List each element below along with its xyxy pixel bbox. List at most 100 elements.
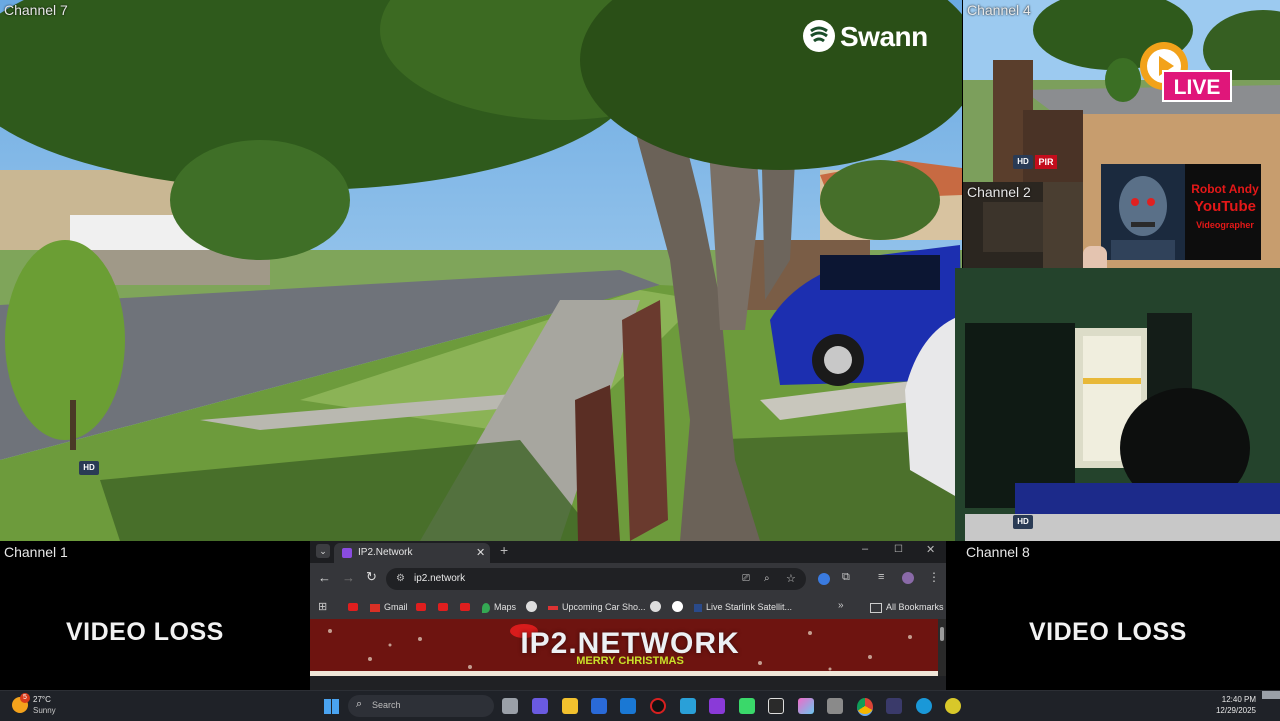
cube-app-icon[interactable] xyxy=(827,698,843,714)
hd-badge: HD xyxy=(79,461,99,475)
pir-badge: PIR xyxy=(1035,155,1057,169)
promo-finger xyxy=(1083,246,1107,268)
file-explorer-icon[interactable] xyxy=(562,698,578,714)
record-icon[interactable] xyxy=(650,698,666,714)
extension-icon[interactable] xyxy=(818,573,830,585)
tab-list-icon[interactable]: ⌄ xyxy=(316,544,330,558)
globe-icon[interactable] xyxy=(650,601,661,612)
maximize-icon[interactable]: ☐ xyxy=(894,544,903,555)
youtube-icon[interactable] xyxy=(460,603,470,611)
store-icon[interactable] xyxy=(591,698,607,714)
channel-8-feed[interactable]: Channel 8 VIDEO LOSS xyxy=(962,542,1280,690)
robot-face-icon xyxy=(1101,164,1185,260)
channel-2-label: Channel 2 xyxy=(967,184,1031,200)
promo-youtube: YouTube xyxy=(1194,198,1256,215)
channel-4-label: Channel 4 xyxy=(967,2,1031,18)
globe-icon[interactable] xyxy=(526,601,537,612)
promo-role: Videographer xyxy=(1196,220,1254,230)
bookmark-label: Upcoming Car Sho... xyxy=(562,602,646,612)
menu-icon[interactable]: ⋮ xyxy=(928,570,940,584)
google-icon[interactable] xyxy=(672,601,683,612)
close-window-icon[interactable]: ✕ xyxy=(926,543,935,556)
edge-icon[interactable] xyxy=(916,698,932,714)
live-overlay: LIVE xyxy=(1136,38,1244,110)
channel-7-label: Channel 7 xyxy=(4,2,68,18)
chrome-icon[interactable] xyxy=(857,698,873,716)
forward-icon[interactable]: → xyxy=(342,570,355,585)
youtube-icon[interactable] xyxy=(438,603,448,611)
bookmark-all-bookmarks[interactable]: All Bookmarks xyxy=(870,595,944,619)
weather-widget[interactable]: 5 27°C Sunny xyxy=(12,693,82,719)
app-p-icon[interactable] xyxy=(532,698,548,714)
bookmark-upcoming-car-shows[interactable]: Upcoming Car Sho... xyxy=(548,595,646,619)
banner-subtitle: MERRY CHRISTMAS xyxy=(576,655,684,667)
android-icon[interactable] xyxy=(739,698,755,714)
address-text: ip2.network xyxy=(414,573,466,584)
bookmark-label: Maps xyxy=(494,602,517,612)
maps-pin-icon xyxy=(482,602,490,613)
studio-icon[interactable] xyxy=(709,698,725,714)
minimize-icon[interactable]: – xyxy=(862,543,868,555)
youtube-icon[interactable] xyxy=(348,603,358,611)
site-info-icon[interactable]: ⚙ xyxy=(396,568,405,590)
ip2-network-banner: IP2.NETWORK MERRY CHRISTMAS xyxy=(310,619,938,676)
clock-date[interactable]: 12/29/2025 xyxy=(1206,706,1256,715)
bookmark-gmail[interactable]: Gmail xyxy=(370,595,408,619)
media-icon[interactable]: ≡ xyxy=(878,571,884,583)
youtube-icon[interactable] xyxy=(416,603,426,611)
scroll-thumb[interactable] xyxy=(940,627,944,641)
promo-panel: Robot Andy YouTube Videographer xyxy=(1083,114,1280,268)
folder-icon xyxy=(870,602,882,613)
bookmark-label: All Bookmarks xyxy=(886,602,944,612)
app-yellow-icon[interactable] xyxy=(945,698,961,714)
bookmark-label: Live Starlink Satellit... xyxy=(706,602,793,612)
tab-ip2-network[interactable]: IP2.Network ✕ xyxy=(334,543,490,563)
swann-logo-text: Swann xyxy=(840,21,928,52)
capcut-icon[interactable] xyxy=(768,698,784,714)
settings-app-icon[interactable] xyxy=(680,698,696,714)
bookmark-maps[interactable]: Maps xyxy=(482,595,516,619)
address-bar[interactable]: ⚙ ip2.network ⎚ ⌕ ☆ xyxy=(386,568,806,590)
room-camera-feed[interactable]: HD xyxy=(955,268,1280,541)
new-tab-icon[interactable]: + xyxy=(500,542,508,558)
tab-bar: ⌄ IP2.Network ✕ + – ☐ ✕ xyxy=(310,541,946,563)
zoom-icon[interactable]: ⌕ xyxy=(764,568,770,590)
task-view-icon[interactable] xyxy=(502,698,518,714)
swann-logo-icon xyxy=(803,20,835,52)
clock-time[interactable]: 12:40 PM xyxy=(1216,695,1256,704)
windows-start-icon[interactable] xyxy=(324,699,339,714)
profile-icon[interactable] xyxy=(902,572,914,584)
windows-taskbar: 5 27°C Sunny ⌕ Search 12:40 PM 12/29/202… xyxy=(0,690,1280,721)
reload-icon[interactable]: ↻ xyxy=(366,569,377,585)
weather-temp: 27°C xyxy=(33,695,51,704)
channel-1-feed[interactable]: Channel 1 VIDEO LOSS xyxy=(0,542,310,690)
car-icon xyxy=(548,605,558,610)
outlook-icon[interactable] xyxy=(620,698,636,714)
tab-close-icon[interactable]: ✕ xyxy=(476,543,485,563)
cast-icon[interactable]: ⎚ xyxy=(742,568,750,590)
street-scene xyxy=(0,0,962,541)
hd-badge: HD xyxy=(1013,515,1033,529)
gmail-icon xyxy=(370,603,380,612)
search-icon: ⌕ xyxy=(356,698,363,710)
bookmark-live-starlink[interactable]: Live Starlink Satellit... xyxy=(694,595,792,619)
tab-title: IP2.Network xyxy=(358,547,413,558)
video-loss-text: VIDEO LOSS xyxy=(1029,618,1187,646)
taskbar-search[interactable]: ⌕ Search xyxy=(348,695,494,717)
video-loss-text: VIDEO LOSS xyxy=(66,618,224,646)
more-bookmarks-icon[interactable]: » xyxy=(838,600,844,611)
bookmark-label: Gmail xyxy=(384,602,408,612)
show-desktop-icon[interactable] xyxy=(1262,691,1280,699)
search-placeholder: Search xyxy=(372,700,401,710)
terminal-icon[interactable] xyxy=(886,698,902,714)
bookmark-star-icon[interactable]: ☆ xyxy=(786,568,796,590)
apps-grid-icon[interactable]: ⊞ xyxy=(318,600,327,613)
browser-window[interactable]: ⌄ IP2.Network ✕ + – ☐ ✕ ← → ↻ ⚙ ip2.netw… xyxy=(310,541,946,690)
channel-7-feed[interactable]: Channel 7 Swann HD xyxy=(0,0,962,541)
extensions-puzzle-icon[interactable]: ⧉ xyxy=(842,571,850,584)
channel-2-feed[interactable]: Channel 2 xyxy=(963,182,1083,268)
copilot-icon[interactable] xyxy=(798,698,814,714)
channel-1-label: Channel 1 xyxy=(4,544,68,560)
page-scrollbar[interactable] xyxy=(938,619,946,676)
back-icon[interactable]: ← xyxy=(318,570,331,585)
